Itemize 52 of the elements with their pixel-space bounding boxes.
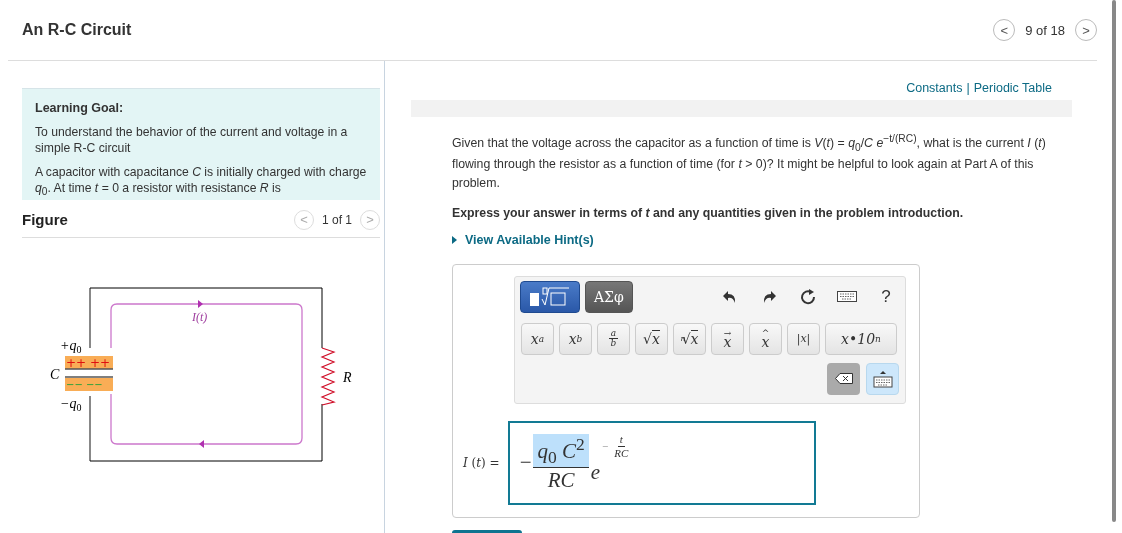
numerator: q$_{0}$ C$^{2}$	[533, 433, 589, 468]
plus-signs: ++ ++	[66, 356, 111, 370]
template-icon	[529, 286, 571, 307]
minus-sign: −	[519, 450, 532, 476]
learning-goal-heading: Learning Goal:	[35, 101, 125, 115]
backspace-button[interactable]	[827, 362, 860, 395]
template-button[interactable]: x$^{a}$	[521, 322, 554, 355]
page-counter: 9 of 18	[1025, 22, 1065, 38]
exponential-base: e	[590, 459, 601, 485]
current-label: I(t)	[192, 310, 208, 324]
template-button[interactable]: x•10$^{n}$	[825, 322, 897, 355]
link-separator: |	[966, 81, 970, 95]
resistor-label: R	[343, 370, 352, 385]
keyboard-icon[interactable]	[837, 291, 857, 303]
page-counter: 1 of 1	[321, 212, 352, 227]
reference-link[interactable]: Periodic Table	[973, 81, 1052, 95]
keyboard-icon	[872, 369, 893, 388]
next-button[interactable]: >	[1075, 19, 1097, 41]
undo-icon[interactable]	[723, 290, 737, 303]
template-button[interactable]: √x	[635, 322, 668, 355]
reference-link[interactable]: Constants	[906, 81, 963, 95]
keyboard-toggle-button[interactable]	[866, 362, 899, 395]
previous-button[interactable]: <	[993, 19, 1016, 41]
symbols-tab[interactable]: ΑΣφ	[585, 280, 633, 313]
capacitor-label: C	[50, 367, 60, 382]
backspace-icon	[834, 373, 853, 385]
template-button[interactable]: ^ x	[749, 322, 782, 355]
reset-icon[interactable]	[800, 288, 816, 305]
template-button[interactable]: |x|	[787, 322, 820, 355]
question-text: Given that the voltage across the capacitor as a function of time is V(t) = q$_{0}$/C e$^{−t/(RC)}$, what is the current I (t) flowing through the resistor as a function of time (for t > 0)? It might be helpful to look again at Part A of this problem.	[452, 132, 1047, 193]
plus-charge-label: +q$_{0}$	[60, 338, 82, 355]
scrollbar[interactable]	[1112, 0, 1116, 522]
page-title: An R-C Circuit	[22, 21, 132, 39]
answer-label: I (t) =	[463, 455, 500, 470]
intro-paragraph: To understand the behavior of the current and voltage in a simple R-C circuit	[35, 125, 349, 157]
triangle-icon[interactable]	[452, 236, 457, 245]
exponent-denominator: RC	[613, 446, 630, 460]
exponent-minus-sign: −	[602, 440, 609, 453]
redo-icon[interactable]	[762, 290, 776, 303]
templates-tab[interactable]	[520, 280, 580, 313]
template-button[interactable]: → x	[711, 322, 744, 355]
denominator: RC	[546, 468, 576, 493]
intro-paragraph: A capacitor with capacitance C is initially charged with charge q$_{0}$. At time t = 0 a resistor with resistance R is	[35, 164, 368, 199]
figure-heading: Figure	[22, 211, 68, 228]
answer-instruction: Express your answer in terms of t and any quantities given in the problem introduction.	[452, 204, 965, 222]
minus-signs: −− −−	[66, 379, 103, 390]
minus-charge-label: −q$_{0}$	[60, 396, 82, 413]
exponent-numerator: t	[617, 432, 625, 447]
template-button[interactable]: a b	[597, 322, 630, 355]
hint-link[interactable]: View Available Hint(s)	[465, 230, 594, 250]
help-button[interactable]: ?	[881, 286, 891, 307]
template-button[interactable]: $^{n}$√x	[673, 322, 706, 355]
